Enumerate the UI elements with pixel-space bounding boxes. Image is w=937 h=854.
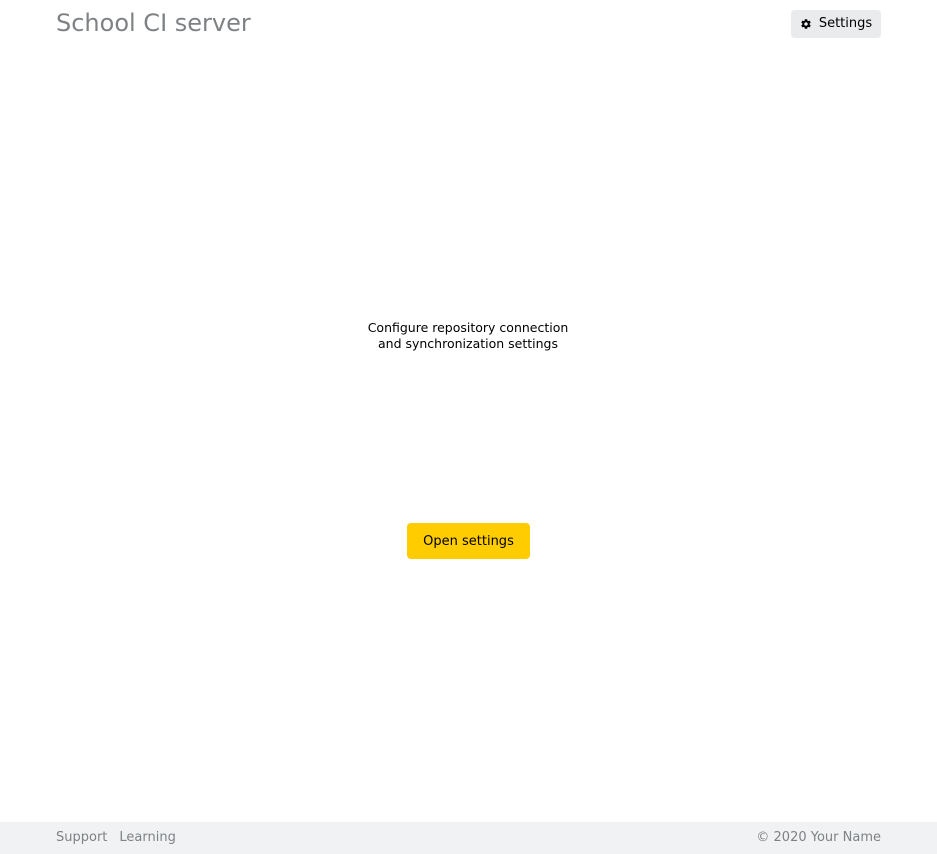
settings-button[interactable]: Settings — [791, 10, 881, 38]
open-settings-button[interactable]: Open settings — [407, 523, 530, 559]
settings-button-label: Settings — [818, 16, 873, 31]
gear-icon — [800, 18, 812, 30]
copyright: © 2020 Your Name — [756, 830, 881, 845]
learning-link[interactable]: Learning — [119, 830, 175, 846]
page: School CI server Settings Configure repo… — [0, 0, 937, 854]
empty-state-line-1: Configure repository connection — [367, 320, 569, 335]
header: School CI server Settings — [0, 0, 937, 48]
support-link[interactable]: Support — [56, 830, 107, 846]
empty-state-line-2: and synchronization settings — [377, 336, 558, 351]
empty-state-message: Configure repository connection and sync… — [318, 320, 618, 352]
footer-links: Support Learning — [56, 830, 176, 846]
footer: Support Learning © 2020 Your Name — [0, 822, 937, 854]
app-title: School CI server — [56, 9, 251, 37]
